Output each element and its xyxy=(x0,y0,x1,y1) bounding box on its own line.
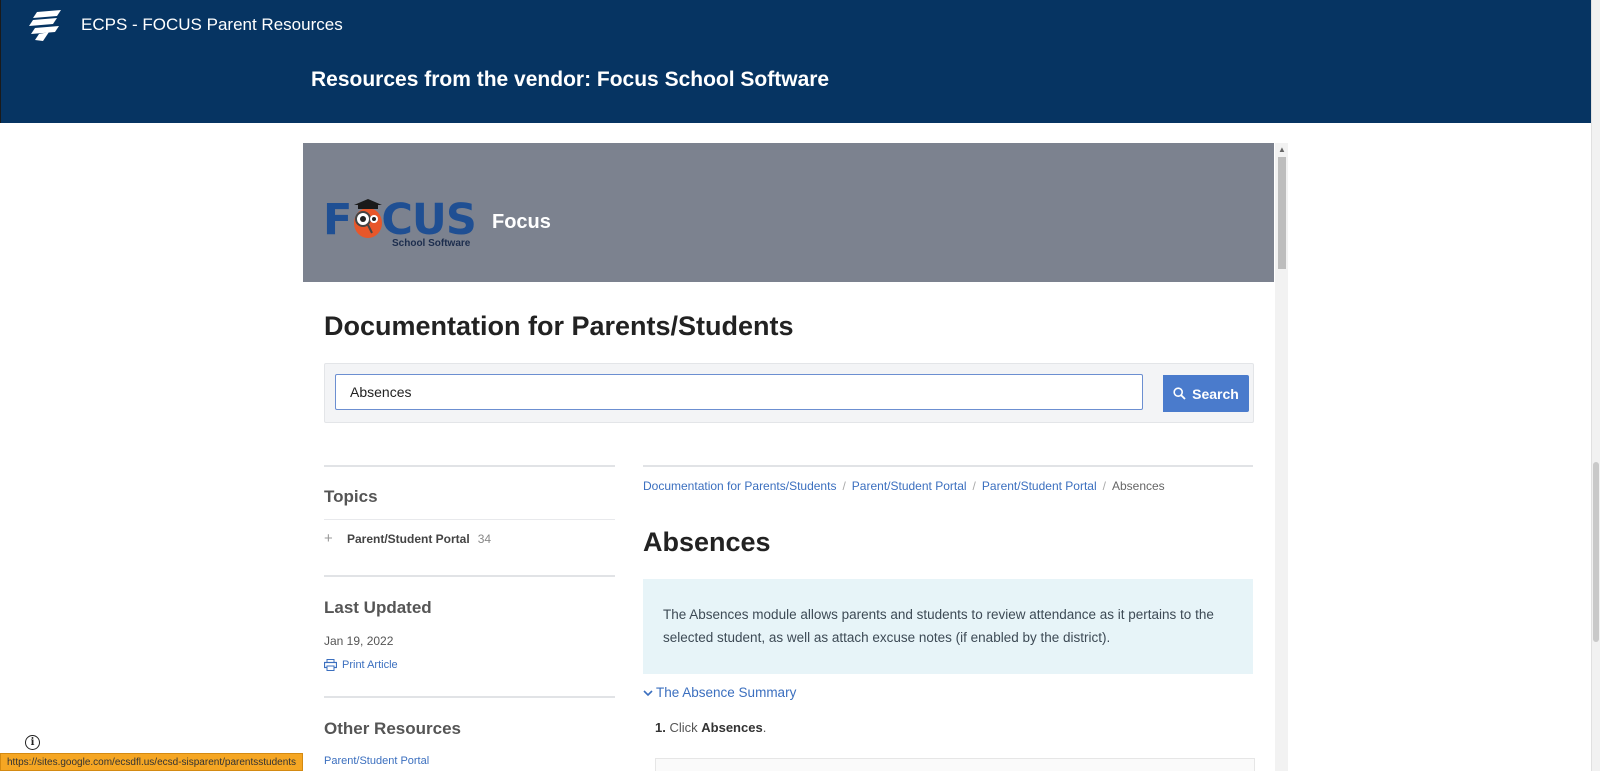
search-bar: Search xyxy=(324,363,1254,423)
last-updated-heading: Last Updated xyxy=(324,598,432,617)
focus-logo-sub: School Software xyxy=(392,238,471,249)
content-divider xyxy=(643,465,1253,467)
site-header: ECPS - FOCUS Parent Resources Resources … xyxy=(0,0,1591,123)
site-title[interactable]: ECPS - FOCUS Parent Resources xyxy=(81,15,343,35)
breadcrumb: Documentation for Parents/Students / Paren… xyxy=(643,479,1165,493)
focus-banner: F CUS School Software Focus xyxy=(303,143,1274,282)
article-intro: The Absences module allows parents and s… xyxy=(643,579,1253,674)
scroll-up-arrow-icon[interactable]: ▲ xyxy=(1278,145,1286,154)
article-title: Absences xyxy=(643,527,771,557)
sidebar: Topics + Parent/Student Portal 34 Last U… xyxy=(324,465,615,767)
status-bar-url: https://sites.google.com/ecsdfl.us/ecsd-… xyxy=(0,753,304,771)
search-icon xyxy=(1173,387,1186,400)
printer-icon xyxy=(324,659,337,671)
step-1: 1. Click Absences. xyxy=(655,720,766,735)
step-number: 1. xyxy=(655,720,666,735)
expand-plus-icon[interactable]: + xyxy=(324,530,347,547)
frame-scrollbar-thumb[interactable] xyxy=(1278,157,1286,269)
breadcrumb-link[interactable]: Documentation for Parents/Students xyxy=(643,479,836,493)
last-updated-date: Jan 19, 2022 xyxy=(324,634,394,648)
frame-scrollbar[interactable]: ▲ xyxy=(1275,143,1288,771)
step-text: Click xyxy=(669,720,698,735)
step-image-box xyxy=(655,758,1255,771)
chevron-down-icon xyxy=(643,689,653,696)
sidebar-divider xyxy=(324,465,615,467)
sidebar-divider xyxy=(324,575,615,577)
info-icon[interactable]: i xyxy=(25,735,40,750)
focus-brand-name[interactable]: Focus xyxy=(492,211,551,234)
breadcrumb-link[interactable]: Parent/Student Portal xyxy=(982,479,1097,493)
print-article-label[interactable]: Print Article xyxy=(342,659,398,671)
sidebar-divider xyxy=(324,696,615,698)
documentation-title: Documentation for Parents/Students xyxy=(324,311,794,341)
breadcrumb-separator: / xyxy=(1102,479,1106,493)
breadcrumb-separator: / xyxy=(842,479,846,493)
step-end: . xyxy=(762,720,767,735)
topics-divider xyxy=(324,519,615,520)
owl-mascot-icon xyxy=(354,199,382,238)
search-button-label: Search xyxy=(1192,385,1239,402)
breadcrumb-link[interactable]: Parent/Student Portal xyxy=(852,479,967,493)
page-scrollbar[interactable] xyxy=(1591,0,1600,771)
page-heading: Resources from the vendor: Focus School … xyxy=(311,68,830,91)
topic-item-parent-student-portal[interactable]: + Parent/Student Portal 34 xyxy=(324,530,491,547)
absence-summary-toggle[interactable]: The Absence Summary xyxy=(643,685,796,700)
search-input[interactable] xyxy=(335,374,1143,410)
absence-summary-label[interactable]: The Absence Summary xyxy=(656,685,796,700)
other-resources-link[interactable]: Parent/Student Portal xyxy=(324,755,429,767)
breadcrumb-separator: / xyxy=(972,479,976,493)
topics-heading: Topics xyxy=(324,487,378,506)
focus-logo[interactable]: F CUS School Software xyxy=(323,195,478,251)
other-resources-heading: Other Resources xyxy=(324,719,461,738)
topic-count: 34 xyxy=(477,531,492,546)
step-bold: Absences xyxy=(701,720,763,735)
page-scrollbar-thumb[interactable] xyxy=(1593,462,1599,642)
site-logo-icon[interactable] xyxy=(27,8,65,42)
search-button[interactable]: Search xyxy=(1163,375,1249,412)
embedded-frame: F CUS School Software Focus ▲ Documentati… xyxy=(303,143,1288,771)
print-article-link[interactable]: Print Article xyxy=(324,659,398,671)
breadcrumb-current: Absences xyxy=(1111,479,1165,493)
topic-label[interactable]: Parent/Student Portal xyxy=(347,532,470,546)
